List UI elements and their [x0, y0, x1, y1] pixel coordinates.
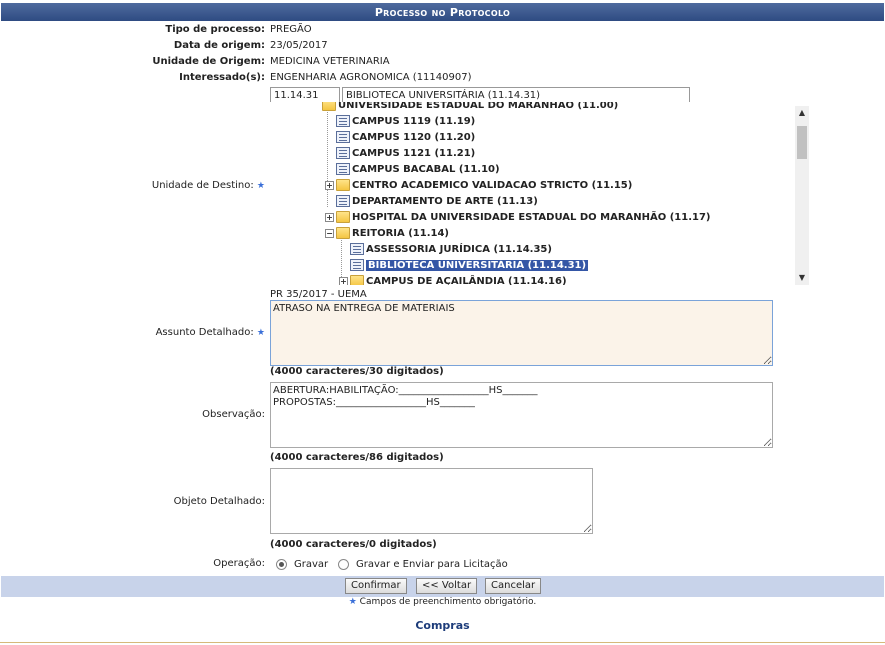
voltar-button[interactable]: << Voltar [416, 578, 478, 594]
footer-divider [0, 642, 885, 643]
tree-node[interactable]: − REITORIA (11.14) [325, 225, 449, 241]
tree-node-root[interactable]: UNIVERSIDADE ESTADUAL DO MARANHÃO (11.00… [322, 102, 618, 113]
tree-node[interactable]: ASSESSORIA JURÍDICA (11.14.35) [350, 241, 552, 257]
tree-node-label: CAMPUS DE AÇAILÂNDIA (11.14.16) [366, 275, 567, 286]
unit-icon [336, 195, 350, 207]
assunto-codigo: PR 35/2017 - UEMA [270, 289, 367, 300]
tree-node[interactable]: CAMPUS 1121 (11.21) [336, 145, 475, 161]
collapse-icon[interactable]: − [325, 228, 334, 238]
cancelar-button[interactable]: Cancelar [485, 578, 542, 594]
gravar-enviar-radio-label[interactable]: Gravar e Enviar para Licitação [356, 559, 508, 570]
observacao-counter: (4000 caracteres/86 digitados) [270, 452, 444, 463]
unit-icon [336, 131, 350, 143]
unit-icon [336, 115, 350, 127]
destino-code-input[interactable]: 11.14.31 [270, 87, 340, 103]
folder-icon [350, 275, 364, 285]
scroll-down-icon[interactable]: ▼ [795, 271, 809, 285]
objeto-label: Objeto Detalhado: [173, 496, 265, 507]
button-bar: Confirmar << Voltar Cancelar [1, 576, 884, 597]
unit-icon [336, 147, 350, 159]
gravar-enviar-radio[interactable] [338, 559, 349, 570]
compras-link[interactable]: Compras [0, 619, 885, 632]
unidade-destino-label: Unidade de Destino: ★ [152, 180, 265, 191]
gravar-radio[interactable] [276, 559, 287, 570]
data-origem-label: Data de origem: [173, 40, 265, 51]
unit-icon [350, 259, 364, 271]
interessados-label: Interessado(s): [179, 72, 265, 83]
tree-node[interactable]: + CENTRO ACADEMICO VALIDACAO STRICTO (11… [325, 177, 632, 193]
tree-node[interactable]: CAMPUS 1120 (11.20) [336, 129, 475, 145]
tree-node-label: HOSPITAL DA UNIVERSIDADE ESTADUAL DO MAR… [352, 211, 711, 223]
tree-node-label: BIBLIOTECA UNIVERSITÁRIA (11.14.31) [366, 259, 589, 271]
assunto-counter: (4000 caracteres/30 digitados) [270, 366, 444, 377]
tree-node-label: CAMPUS BACABAL (11.10) [352, 163, 500, 175]
operacao-label: Operação: [213, 558, 265, 569]
observacao-label: Observação: [202, 409, 265, 420]
scroll-thumb[interactable] [797, 126, 807, 159]
tree-node[interactable]: + HOSPITAL DA UNIVERSIDADE ESTADUAL DO M… [325, 209, 711, 225]
unit-icon [336, 163, 350, 175]
scroll-up-icon[interactable]: ▲ [795, 106, 809, 120]
folder-icon [322, 102, 336, 111]
interessados-value: ENGENHARIA AGRONOMICA (11140907) [270, 72, 472, 83]
unidade-destino-label-text: Unidade de Destino: [151, 180, 254, 191]
observacao-textarea[interactable]: ABERTURA:HABILITAÇÃO:__________________H… [270, 382, 773, 448]
tree-node[interactable]: CAMPUS BACABAL (11.10) [336, 161, 500, 177]
data-origem-value: 23/05/2017 [270, 40, 328, 51]
required-note-text: Campos de preenchimento obrigatório. [359, 597, 537, 607]
tree-node-label: ASSESSORIA JURÍDICA (11.14.35) [366, 243, 552, 255]
tree-scrollbar[interactable]: ▲ ▼ [795, 106, 809, 285]
unit-icon [350, 243, 364, 255]
tree-node-label: UNIVERSIDADE ESTADUAL DO MARANHÃO (11.00… [338, 102, 619, 111]
tree-node-label: REITORIA (11.14) [352, 227, 449, 239]
expand-icon[interactable]: + [325, 212, 334, 222]
tipo-processo-label: Tipo de processo: [165, 24, 265, 35]
gravar-radio-label[interactable]: Gravar [294, 559, 328, 570]
tree-node-label: CAMPUS 1121 (11.21) [352, 147, 476, 159]
unidade-origem-label: Unidade de Origem: [152, 56, 265, 67]
required-star-icon: ★ [256, 328, 265, 338]
expand-icon[interactable]: + [325, 180, 334, 190]
assunto-textarea[interactable]: ATRASO NA ENTREGA DE MATERIAIS [270, 300, 773, 366]
folder-icon [336, 179, 350, 191]
tree-node-label: CAMPUS 1119 (11.19) [352, 115, 476, 127]
tree-node[interactable]: + CAMPUS DE AÇAILÂNDIA (11.14.16) [339, 273, 567, 285]
required-star-icon: ★ [256, 181, 265, 191]
form-panel: Processo no Protocolo Tipo de processo: … [1, 3, 884, 597]
required-note: ★ Campos de preenchimento obrigatório. [0, 597, 885, 607]
unidade-origem-value: MEDICINA VETERINARIA [270, 56, 390, 67]
panel-title: Processo no Protocolo [1, 3, 884, 21]
folder-icon [336, 211, 350, 223]
objeto-counter: (4000 caracteres/0 digitados) [270, 539, 437, 550]
tree-node[interactable]: CAMPUS 1119 (11.19) [336, 113, 475, 129]
assunto-label: Assunto Detalhado: ★ [156, 327, 265, 338]
open-folder-icon [336, 227, 350, 239]
destino-name-input[interactable]: BIBLIOTECA UNIVERSITÁRIA (11.14.31) [342, 87, 690, 103]
tree-node-label: CAMPUS 1120 (11.20) [352, 131, 476, 143]
tree-node-label: DEPARTAMENTO DE ARTE (11.13) [352, 195, 538, 207]
confirmar-button[interactable]: Confirmar [345, 578, 407, 594]
expand-icon[interactable]: + [339, 276, 348, 285]
tree-guide [341, 237, 342, 277]
required-star-icon: ★ [348, 597, 357, 607]
tree-node-label: CENTRO ACADEMICO VALIDACAO STRICTO (11.1… [352, 179, 633, 191]
tree-node-selected[interactable]: BIBLIOTECA UNIVERSITÁRIA (11.14.31) [350, 257, 589, 273]
assunto-label-text: Assunto Detalhado: [155, 327, 254, 338]
tree-node[interactable]: DEPARTAMENTO DE ARTE (11.13) [336, 193, 538, 209]
unit-tree[interactable]: UNIVERSIDADE ESTADUAL DO MARANHÃO (11.00… [270, 102, 810, 285]
tipo-processo-value: PREGÃO [270, 24, 312, 35]
objeto-textarea[interactable] [270, 468, 593, 534]
